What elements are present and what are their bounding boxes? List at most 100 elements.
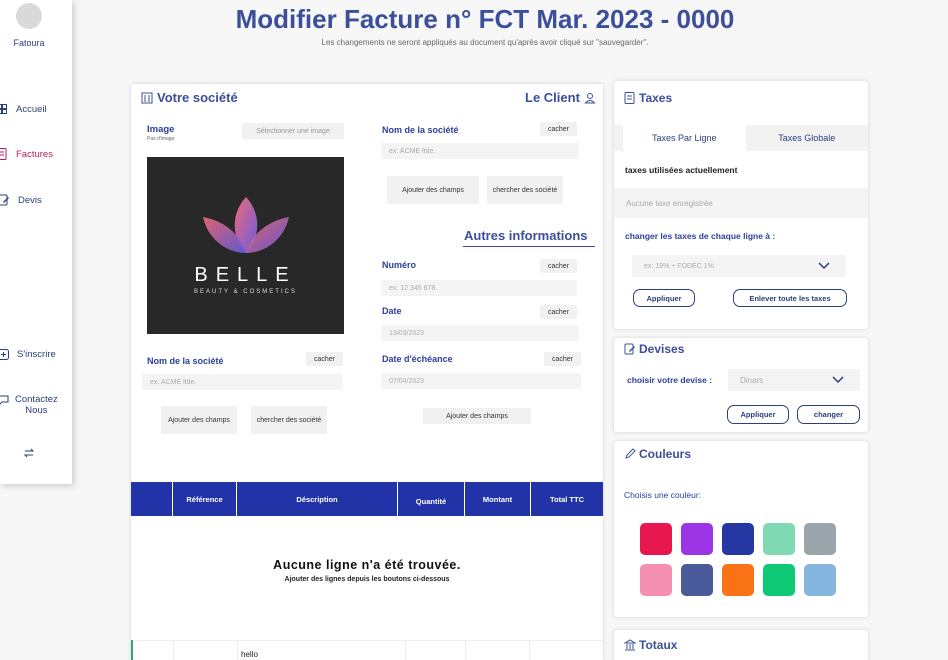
tab-taxes-par-ligne[interactable]: Taxes Par Ligne [623,125,746,151]
totals-card: Totaux [614,630,868,660]
invoice-icon [0,148,8,160]
tab-taxes-globale[interactable]: Taxes Globale [746,125,869,151]
client-search-company-button[interactable]: chercher des société [487,176,563,204]
number-input[interactable]: ex: 12 345 678. [381,280,577,296]
sidebar-item-factures[interactable]: Factures [0,148,53,160]
remove-all-taxes-button[interactable]: Enlever toute les taxes [733,289,847,307]
chat-icon [0,394,9,406]
currency-card: Devises choisir votre devise : Dinars Ap… [614,338,868,432]
color-swatch[interactable] [640,564,672,596]
swap-button[interactable] [23,447,43,459]
page-subtitle: Les changements ne seront appliqués au d… [321,38,649,47]
company-logo: BELLE BEAUTY & COSMETICS [147,157,344,334]
sidebar-item-label: Accueil [16,103,47,115]
client-add-fields-button[interactable]: Ajouter des champs [387,176,479,204]
colors-title-text: Couleurs [639,447,692,461]
currency-title-text: Devises [639,342,685,356]
brand-name: Fatoura [13,38,45,48]
hide-due-date-button[interactable]: cacher [544,352,581,366]
user-icon [584,92,596,104]
apply-taxes-button[interactable]: Appliquer [633,289,695,307]
building-icon [141,92,153,104]
invoice-editor-card: Votre société Le Client Image Pas d'imag… [131,84,603,660]
currency-title: Devises [624,342,684,356]
table-row[interactable] [131,640,603,660]
sidebar-item-sinscrire[interactable]: S'inscrire [0,348,56,360]
row-accent [131,640,133,660]
colors-title: Couleurs [624,447,691,461]
hide-number-button[interactable]: cacher [540,259,577,273]
color-swatch[interactable] [763,523,795,555]
edit-doc-icon [624,343,636,355]
choose-currency-label: choisir votre devise : [627,375,713,385]
color-swatch[interactable] [681,523,713,555]
logo-subtext: BEAUTY & COSMETICS [194,289,297,295]
empty-table-subtitle: Ajouter des lignes depuis les boutons ci… [284,576,450,583]
color-swatch[interactable] [763,564,795,596]
apply-currency-button[interactable]: Appliquer [727,405,789,424]
chevron-down-icon [818,262,830,270]
color-swatch[interactable] [722,564,754,596]
sidebar: Fatoura Accueil Factures Devis S'inscrir… [0,0,72,484]
company-name-label: Nom de la société [147,356,224,366]
client-name-input[interactable]: ex: ACME ltde. [381,143,579,159]
sidebar-item-label: Contactez Nous [15,394,58,416]
client-title-text: Le Client [525,90,580,105]
table-cell [237,640,238,660]
empty-table-title: Aucune ligne n'a été trouvée. [273,558,461,572]
edit-doc-icon [0,194,10,206]
company-title-text: Votre société [157,90,238,105]
change-currency-button[interactable]: changer [797,405,860,424]
color-swatch[interactable] [804,523,836,555]
choose-color-label: Choisis une couleur: [624,490,702,500]
hide-client-name-button[interactable]: cacher [540,122,577,136]
table-cell [465,640,466,660]
currency-select[interactable]: Dinars [728,369,860,391]
date-label: Date [382,306,402,316]
column-header: Total TTC [549,494,585,504]
number-label: Numéro [382,260,417,270]
document-icon [624,92,636,104]
hide-date-button[interactable]: cacher [540,305,577,319]
taxes-title: Taxes [624,91,672,105]
hide-company-name-button[interactable]: cacher [306,352,343,366]
company-name-input[interactable]: ex: ACME ltde. [142,374,343,390]
tax-select[interactable]: ex: 19% + FODEC 1% [632,255,846,277]
color-swatch[interactable] [804,564,836,596]
other-info-underline [463,246,595,247]
other-info-add-fields-button[interactable]: Ajouter des champs [423,408,531,424]
tax-select-placeholder: ex: 19% + FODEC 1% [644,262,714,270]
date-input[interactable]: 13/03/2023 [381,325,579,341]
column-header: Référence [173,482,237,516]
sidebar-item-label: S'inscrire [17,348,56,360]
totals-title: Totaux [623,638,678,652]
column-header [131,482,173,516]
select-image-button[interactable]: Sélectionner une image [242,123,344,139]
tabs: Taxes Par Ligne Taxes Globale [623,125,868,151]
search-company-button[interactable]: chercher des société [251,406,327,434]
due-date-label: Date d'échéance [382,354,453,364]
due-date-input[interactable]: 07/04/2023 [381,373,581,389]
sidebar-item-label: Factures [16,148,53,160]
sidebar-item-devis[interactable]: Devis [0,194,42,206]
sidebar-item-contactez-nous[interactable]: Contactez Nous [0,394,58,416]
lotus-icon [203,197,289,253]
row-description[interactable]: hello [241,650,258,659]
currency-selected: Dinars [740,375,764,385]
color-swatch[interactable] [722,523,754,555]
totals-title-text: Totaux [639,638,678,652]
client-section-title: Le Client [525,90,596,105]
swap-icon [23,447,35,459]
avatar[interactable] [16,3,42,29]
color-swatch[interactable] [640,523,672,555]
colors-card: Couleurs Choisis une couleur: [614,441,868,617]
column-header: Montant [465,482,531,516]
current-taxes-label: taxes utilisées actuellement [625,165,738,175]
table-cell [173,640,174,660]
sidebar-item-accueil[interactable]: Accueil [0,103,47,115]
color-swatch[interactable] [681,564,713,596]
table-cell [405,640,406,660]
add-fields-button[interactable]: Ajouter des champs [161,406,237,434]
logo-text: BELLE [194,264,297,286]
bank-icon [623,639,637,651]
